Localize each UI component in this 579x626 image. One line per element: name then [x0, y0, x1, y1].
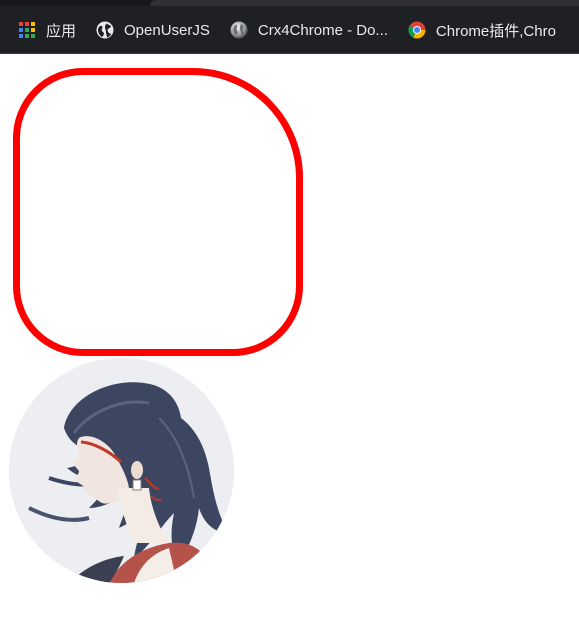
avatar-illustration — [9, 358, 234, 583]
bookmark-chrome-plugins[interactable]: Chrome插件,Chro — [398, 6, 566, 54]
bookmark-apps[interactable]: 应用 — [0, 6, 86, 54]
bookmark-crx4chrome[interactable]: Crx4Chrome - Do... — [220, 6, 398, 54]
chrome-logo-icon — [408, 21, 426, 39]
bookmark-label: Chrome插件,Chro — [435, 22, 556, 40]
bookmark-label: 应用 — [46, 22, 77, 40]
browser-chrome: 应用 OpenUserJS Crx4Chrome - Do... Chrome插… — [0, 0, 579, 54]
avatar — [9, 358, 234, 583]
globe-icon — [96, 21, 114, 39]
red-bordered-box — [13, 68, 303, 356]
crx4chrome-globe-icon — [230, 21, 248, 39]
bookmark-label: OpenUserJS — [124, 21, 210, 39]
apps-grid-icon — [18, 21, 36, 39]
bookmark-openuserjs[interactable]: OpenUserJS — [86, 6, 220, 54]
page-content — [0, 54, 579, 626]
bookmark-label: Crx4Chrome - Do... — [257, 21, 388, 39]
bookmarks-bar: 应用 OpenUserJS Crx4Chrome - Do... Chrome插… — [0, 6, 579, 54]
